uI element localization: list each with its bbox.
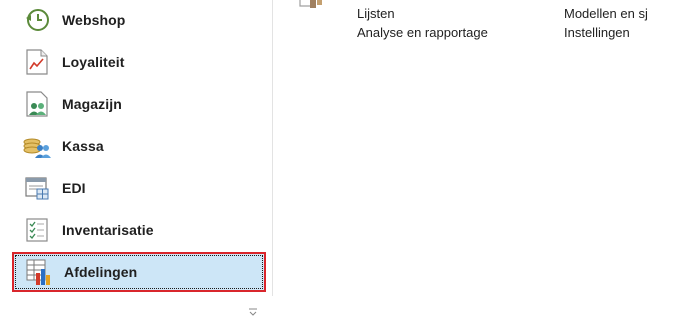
nav-item-inventarisatie[interactable]: Inventarisatie bbox=[12, 212, 266, 248]
module-icon bbox=[298, 0, 324, 19]
navigation-pane: Webshop Loyaliteit Magazijn Kassa EDI In… bbox=[0, 0, 272, 327]
link-instellingen[interactable]: Instellingen bbox=[564, 25, 630, 40]
departments-icon bbox=[24, 257, 54, 287]
nav-item-label: Magazijn bbox=[62, 96, 122, 112]
cash-register-icon bbox=[22, 131, 52, 161]
loyalty-chart-icon bbox=[22, 47, 52, 77]
edi-icon bbox=[22, 173, 52, 203]
nav-item-webshop[interactable]: Webshop bbox=[12, 2, 266, 38]
nav-item-loyaliteit[interactable]: Loyaliteit bbox=[12, 44, 266, 80]
nav-item-label: Inventarisatie bbox=[62, 222, 154, 238]
chevron-down-icon[interactable] bbox=[249, 307, 257, 317]
nav-item-label: EDI bbox=[62, 180, 86, 196]
warehouse-icon bbox=[22, 89, 52, 119]
content-pane: Lijsten Analyse en rapportage Modellen e… bbox=[273, 0, 679, 327]
nav-item-kassa[interactable]: Kassa bbox=[12, 128, 266, 164]
link-lijsten[interactable]: Lijsten bbox=[357, 6, 395, 21]
link-modellen[interactable]: Modellen en sj bbox=[564, 6, 648, 21]
nav-item-afdelingen[interactable]: Afdelingen bbox=[12, 252, 266, 292]
nav-item-label: Afdelingen bbox=[64, 264, 138, 280]
nav-item-label: Loyaliteit bbox=[62, 54, 125, 70]
nav-item-magazijn[interactable]: Magazijn bbox=[12, 86, 266, 122]
nav-item-edi[interactable]: EDI bbox=[12, 170, 266, 206]
link-analyse-en-rapportage[interactable]: Analyse en rapportage bbox=[357, 25, 488, 40]
nav-item-label: Webshop bbox=[62, 12, 126, 28]
webshop-clock-icon bbox=[22, 5, 52, 35]
inventory-checklist-icon bbox=[22, 215, 52, 245]
nav-item-label: Kassa bbox=[62, 138, 104, 154]
